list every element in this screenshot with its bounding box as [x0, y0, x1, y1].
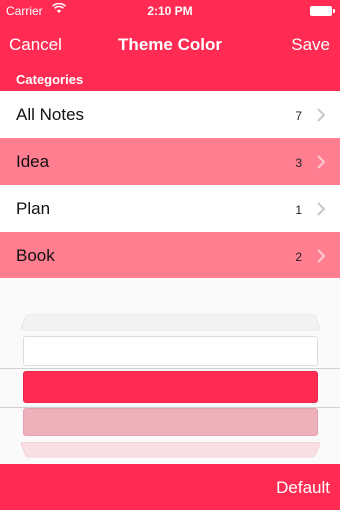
category-row-idea[interactable]: Idea 3 — [0, 138, 340, 185]
save-button[interactable]: Save — [291, 35, 330, 55]
default-button[interactable]: Default — [276, 478, 330, 498]
category-label: All Notes — [16, 105, 85, 124]
category-label: Idea — [16, 152, 50, 171]
category-count: 1 — [295, 203, 302, 217]
status-bar: Carrier 2:10 PM — [0, 0, 340, 22]
color-option[interactable] — [19, 313, 322, 331]
category-row-all-notes[interactable]: All Notes 7 — [0, 91, 340, 138]
navigation-bar: Cancel Theme Color Save — [0, 22, 340, 68]
section-header-categories: Categories — [0, 68, 340, 91]
chevron-right-icon — [316, 249, 326, 263]
category-count: 2 — [295, 250, 302, 264]
color-option[interactable] — [23, 336, 318, 366]
bottom-toolbar: Default — [0, 464, 340, 510]
category-row-book[interactable]: Book 2 — [0, 232, 340, 279]
battery-icon — [310, 6, 335, 16]
picker-selection-line-top — [0, 368, 340, 369]
theme-color-picker[interactable] — [0, 278, 340, 464]
category-row-plan[interactable]: Plan 1 — [0, 185, 340, 232]
category-label: Plan — [16, 199, 51, 218]
chevron-right-icon — [316, 202, 326, 216]
category-count: 7 — [295, 109, 302, 123]
chevron-right-icon — [316, 155, 326, 169]
chevron-right-icon — [316, 108, 326, 122]
color-option[interactable] — [23, 408, 318, 436]
category-list: All Notes 7 Idea 3 Plan 1 Book 2 — [0, 91, 340, 279]
color-option-selected[interactable] — [23, 371, 318, 403]
status-time: 2:10 PM — [147, 4, 193, 18]
category-count: 3 — [295, 156, 302, 170]
cancel-button[interactable]: Cancel — [9, 35, 62, 55]
color-option[interactable] — [19, 442, 322, 458]
category-label: Book — [16, 246, 55, 265]
